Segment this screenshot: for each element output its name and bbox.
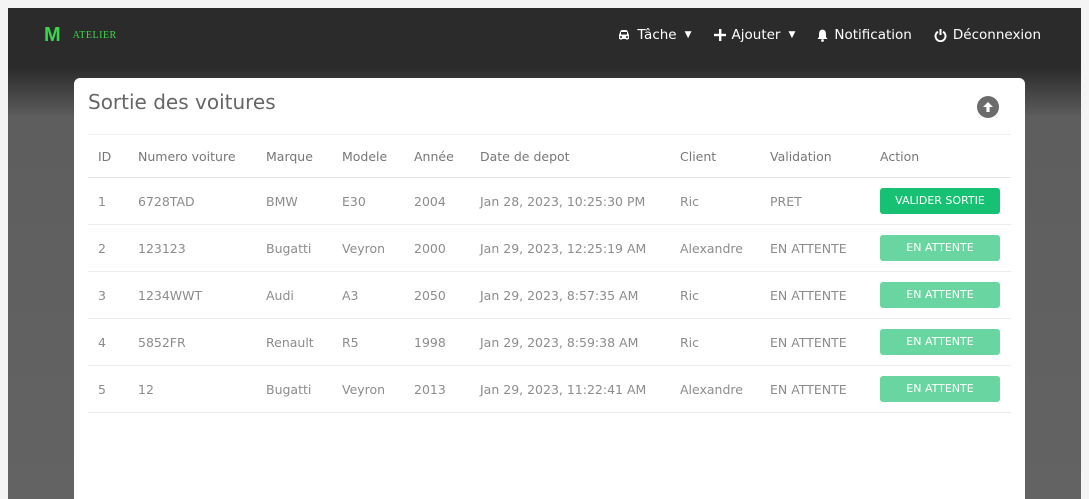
cell-action: VALIDER SORTIE <box>870 177 1011 225</box>
col-header-client: Client <box>670 134 760 178</box>
nav-tache-label: Tâche <box>637 27 677 43</box>
col-header-numero: Numero voiture <box>128 134 256 178</box>
cell-modele: A3 <box>332 271 404 319</box>
cell-action: EN ATTENTE <box>870 318 1011 366</box>
cell-annee: 2004 <box>404 177 470 225</box>
cell-marque: BMW <box>256 177 332 225</box>
nav-deconnexion[interactable]: Déconnexion <box>934 27 1041 43</box>
navbar: M ATELIER Tâche ▼ Ajouter ▼ Notification… <box>8 8 1081 62</box>
cell-annee: 1998 <box>404 318 470 366</box>
cell-date: Jan 29, 2023, 8:57:35 AM <box>470 271 670 319</box>
col-header-modele: Modele <box>332 134 404 178</box>
cell-marque: Renault <box>256 318 332 366</box>
cell-id: 1 <box>88 177 128 225</box>
bell-icon <box>817 29 828 42</box>
plus-icon <box>713 29 726 41</box>
cell-date: Jan 29, 2023, 12:25:19 AM <box>470 224 670 272</box>
table-row: 1 6728TAD BMW E30 2004 Jan 28, 2023, 10:… <box>88 177 1011 225</box>
en-attente-button[interactable]: EN ATTENTE <box>880 235 1000 261</box>
nav-ajouter-label: Ajouter <box>731 27 781 43</box>
table-row: 3 1234WWT Audi A3 2050 Jan 29, 2023, 8:5… <box>88 271 1011 319</box>
nav-notification-label: Notification <box>834 27 912 43</box>
nav-tache-dropdown[interactable]: Tâche ▼ <box>617 27 692 43</box>
table-row: 4 5852FR Renault R5 1998 Jan 29, 2023, 8… <box>88 318 1011 366</box>
nav-deconnexion-label: Déconnexion <box>952 27 1041 43</box>
nav-menu: Tâche ▼ Ajouter ▼ Notification Déconnexi… <box>617 27 1041 43</box>
col-header-id: ID <box>88 134 128 178</box>
chevron-down-icon: ▼ <box>788 30 796 40</box>
cell-annee: 2050 <box>404 271 470 319</box>
cell-validation: PRET <box>760 177 870 225</box>
cell-modele: Veyron <box>332 224 404 272</box>
brand-logo[interactable]: M <box>44 24 61 47</box>
cars-table: ID Numero voiture Marque Modele Année Da… <box>88 134 1011 413</box>
content-card: Sortie des voitures ID Numero voiture Ma… <box>74 78 1025 499</box>
col-header-action: Action <box>870 134 1011 178</box>
cell-modele: R5 <box>332 318 404 366</box>
cell-date: Jan 28, 2023, 10:25:30 PM <box>470 177 670 225</box>
cell-validation: EN ATTENTE <box>760 318 870 366</box>
cell-validation: EN ATTENTE <box>760 271 870 319</box>
table-row: 2 123123 Bugatti Veyron 2000 Jan 29, 202… <box>88 224 1011 272</box>
col-header-marque: Marque <box>256 134 332 178</box>
en-attente-button[interactable]: EN ATTENTE <box>880 376 1000 402</box>
cell-annee: 2000 <box>404 224 470 272</box>
cell-validation: EN ATTENTE <box>760 224 870 272</box>
en-attente-button[interactable]: EN ATTENTE <box>880 329 1000 355</box>
cell-annee: 2013 <box>404 365 470 413</box>
brand-name[interactable]: ATELIER <box>73 30 117 41</box>
table-header-row: ID Numero voiture Marque Modele Année Da… <box>88 134 1011 178</box>
cell-numero: 1234WWT <box>128 271 256 319</box>
cell-marque: Bugatti <box>256 224 332 272</box>
cell-marque: Bugatti <box>256 365 332 413</box>
cell-action: EN ATTENTE <box>870 271 1011 319</box>
cell-action: EN ATTENTE <box>870 224 1011 272</box>
cell-modele: E30 <box>332 177 404 225</box>
cell-id: 5 <box>88 365 128 413</box>
app-frame: M ATELIER Tâche ▼ Ajouter ▼ Notification… <box>8 8 1081 499</box>
arrow-up-circle-icon[interactable] <box>977 96 999 118</box>
cell-marque: Audi <box>256 271 332 319</box>
col-header-validation: Validation <box>760 134 870 178</box>
en-attente-button[interactable]: EN ATTENTE <box>880 282 1000 308</box>
cell-date: Jan 29, 2023, 8:59:38 AM <box>470 318 670 366</box>
cell-numero: 123123 <box>128 224 256 272</box>
cell-client: Alexandre <box>670 365 760 413</box>
car-icon <box>617 29 631 41</box>
cell-action: EN ATTENTE <box>870 365 1011 413</box>
nav-notification[interactable]: Notification <box>817 27 912 43</box>
cell-id: 4 <box>88 318 128 366</box>
cell-date: Jan 29, 2023, 11:22:41 AM <box>470 365 670 413</box>
page-title: Sortie des voitures <box>88 90 276 114</box>
nav-ajouter-dropdown[interactable]: Ajouter ▼ <box>713 27 796 43</box>
cell-client: Ric <box>670 318 760 366</box>
table-row: 5 12 Bugatti Veyron 2013 Jan 29, 2023, 1… <box>88 365 1011 413</box>
cell-client: Alexandre <box>670 224 760 272</box>
cell-numero: 12 <box>128 365 256 413</box>
col-header-annee: Année <box>404 134 470 178</box>
chevron-down-icon: ▼ <box>684 30 692 40</box>
cell-numero: 5852FR <box>128 318 256 366</box>
cell-id: 3 <box>88 271 128 319</box>
power-icon <box>934 28 947 42</box>
valider-sortie-button[interactable]: VALIDER SORTIE <box>880 188 1000 214</box>
cell-validation: EN ATTENTE <box>760 365 870 413</box>
cell-id: 2 <box>88 224 128 272</box>
cell-numero: 6728TAD <box>128 177 256 225</box>
cell-client: Ric <box>670 177 760 225</box>
cell-modele: Veyron <box>332 365 404 413</box>
cell-client: Ric <box>670 271 760 319</box>
col-header-date: Date de depot <box>470 134 670 178</box>
